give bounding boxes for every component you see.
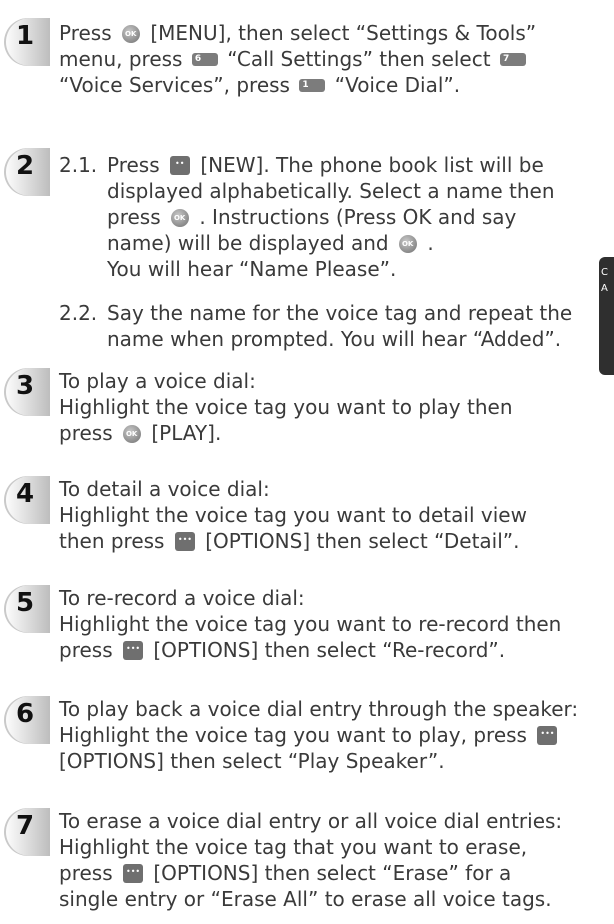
options-softkey-icon — [122, 864, 143, 883]
step-6-text: To play back a voice dial entry through … — [59, 696, 606, 774]
step-number-badge: 3 — [4, 368, 50, 416]
key-1-icon — [299, 79, 326, 92]
options-softkey-icon — [174, 532, 195, 551]
substep-2-1-text: Press [NEW]. The phone book list will be… — [107, 152, 555, 282]
step-7-text: To erase a voice dial entry or all voice… — [59, 808, 606, 912]
step-number-badge: 1 — [4, 18, 50, 66]
ok-key-icon — [122, 425, 141, 443]
step-3-text: To play a voice dial: Highlight the voic… — [59, 368, 606, 446]
key-7-icon — [499, 53, 526, 66]
step-number-badge: 6 — [4, 696, 50, 744]
ok-key-icon — [170, 209, 189, 227]
step-number-badge: 4 — [4, 476, 50, 524]
options-softkey-icon — [122, 641, 143, 660]
step-4-text: To detail a voice dial: Highlight the vo… — [59, 476, 606, 554]
substep-2-2-text: Say the name for the voice tag and repea… — [107, 301, 573, 351]
key-6-icon — [191, 53, 218, 66]
substep-number: 2.1. — [59, 153, 98, 177]
substep-number: 2.2. — [59, 301, 98, 325]
ok-key-icon — [398, 235, 417, 253]
step-number-badge: 2 — [4, 148, 50, 196]
side-tab-label: C A — [601, 267, 608, 294]
step-1-text: Press [MENU], then select “Settings & To… — [59, 20, 606, 98]
chapter-side-tab: C A — [599, 257, 614, 375]
step-number-badge: 7 — [4, 808, 50, 856]
new-softkey-icon — [170, 156, 190, 175]
ok-key-icon — [122, 25, 140, 43]
step-number-badge: 5 — [4, 585, 50, 633]
step-5-text: To re-record a voice dial: Highlight the… — [59, 585, 606, 663]
options-softkey-icon — [537, 726, 558, 745]
